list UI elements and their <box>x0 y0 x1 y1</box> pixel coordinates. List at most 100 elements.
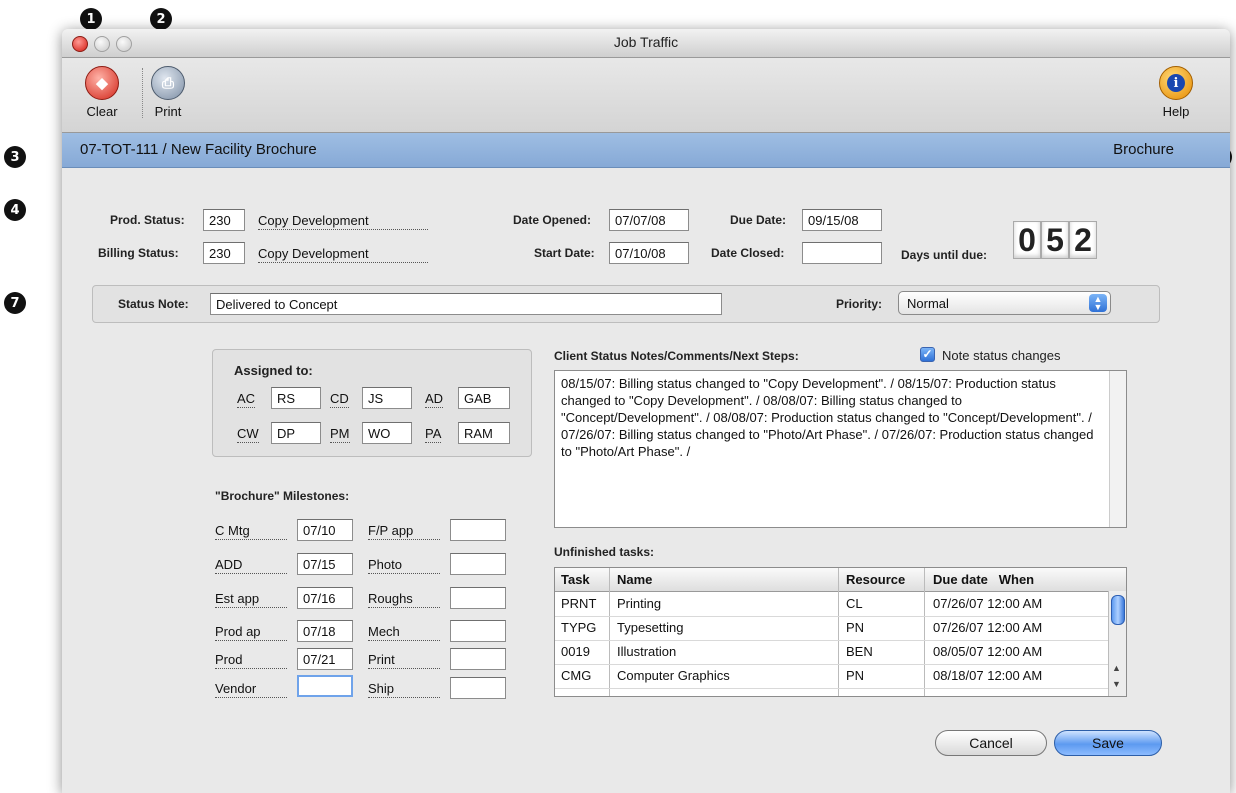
milestone-label: ADD <box>215 557 287 574</box>
scroll-down-icon[interactable]: ▼ <box>1112 679 1121 689</box>
task-resource: PN <box>846 668 865 683</box>
client-notes-text: 08/15/07: Billing status changed to "Cop… <box>561 376 1094 459</box>
scroll-thumb[interactable] <box>1111 595 1125 625</box>
updown-arrows-icon: ▲ ▼ <box>1089 294 1107 312</box>
milestone-field[interactable] <box>297 675 353 697</box>
milestone-label: Vendor <box>215 681 287 698</box>
help-button[interactable]: i Help <box>1146 66 1206 119</box>
milestone-label: Print <box>368 652 440 669</box>
col-due-header[interactable]: Due date When <box>933 572 1034 587</box>
client-notes-textarea[interactable]: 08/15/07: Billing status changed to "Cop… <box>554 370 1127 528</box>
job-traffic-window: Job Traffic ◆ Clear ⎙ Print i Help 07-TO… <box>62 29 1230 793</box>
task-name: Printing <box>617 596 662 611</box>
milestone-label: Roughs <box>368 591 440 608</box>
milestone-field[interactable]: 07/16 <box>297 587 353 609</box>
milestone-field[interactable] <box>450 648 506 670</box>
date-closed-field[interactable] <box>802 242 882 264</box>
notes-scrollbar[interactable] <box>1109 371 1126 527</box>
milestone-label: Mech <box>368 624 440 641</box>
date-closed-label: Date Closed: <box>711 246 785 260</box>
task-code: TYPG <box>561 620 597 635</box>
col-task-header[interactable]: Task <box>561 572 590 587</box>
title-bar: Job Traffic <box>62 29 1230 58</box>
milestone-field[interactable]: 07/18 <box>297 620 353 642</box>
milestone-field[interactable]: 07/10 <box>297 519 353 541</box>
role-ad-field[interactable]: GAB <box>458 387 510 409</box>
billing-status-label: Billing Status: <box>98 246 179 260</box>
role-pm-field[interactable]: WO <box>362 422 412 444</box>
save-button[interactable]: Save <box>1054 730 1162 756</box>
milestone-label: C Mtg <box>215 523 287 540</box>
note-status-changes-checkbox[interactable]: ✓ <box>920 347 935 362</box>
role-pm-label: PM <box>330 426 350 443</box>
toolbar: ◆ Clear ⎙ Print i Help <box>62 58 1230 133</box>
callout-1: 1 <box>80 8 102 30</box>
unfinished-tasks-label: Unfinished tasks: <box>554 545 655 559</box>
role-ac-label: AC <box>237 391 256 408</box>
tasks-scrollbar[interactable]: ▲ ▼ <box>1108 591 1126 696</box>
callout-3: 3 <box>4 146 26 168</box>
milestone-field[interactable]: 07/21 <box>297 648 353 670</box>
role-cd-label: CD <box>330 391 349 408</box>
task-due: 07/26/07 12:00 AM <box>933 620 1043 635</box>
task-code: 0019 <box>561 644 590 659</box>
window-title: Job Traffic <box>613 34 679 50</box>
printer-icon: ⎙ <box>151 66 185 100</box>
clear-button[interactable]: ◆ Clear <box>72 66 132 119</box>
unfinished-tasks-table: Task Name Resource Due date When PRNT Pr… <box>554 567 1127 697</box>
days-digit-2: 5 <box>1041 221 1069 259</box>
clear-label: Clear <box>86 104 118 119</box>
scroll-up-icon[interactable]: ▲ <box>1112 663 1121 673</box>
milestone-field[interactable] <box>450 587 506 609</box>
callout-4: 4 <box>4 199 26 221</box>
table-row[interactable]: PRNT Printing CL 07/26/07 12:00 AM <box>555 592 1109 617</box>
role-ac-field[interactable]: RS <box>271 387 321 409</box>
milestone-field[interactable] <box>450 677 506 699</box>
priority-label: Priority: <box>836 297 883 311</box>
billing-status-code-field[interactable]: 230 <box>203 242 245 264</box>
milestones-title: "Brochure" Milestones: <box>215 489 350 503</box>
role-pa-field[interactable]: RAM <box>458 422 510 444</box>
task-name: Illustration <box>617 644 677 659</box>
print-button[interactable]: ⎙ Print <box>138 66 198 119</box>
role-cd-field[interactable]: JS <box>362 387 412 409</box>
task-name: Typesetting <box>617 620 684 635</box>
due-date-field[interactable]: 09/15/08 <box>802 209 882 231</box>
milestone-label: Prod ap <box>215 624 287 641</box>
priority-select[interactable]: Normal ▲ ▼ <box>898 291 1111 315</box>
task-due: 07/26/07 12:00 AM <box>933 596 1043 611</box>
client-notes-label: Client Status Notes/Comments/Next Steps: <box>554 349 799 363</box>
job-header: 07-TOT-111 / New Facility Brochure Broch… <box>62 133 1230 168</box>
print-label: Print <box>154 104 182 119</box>
milestone-label: Est app <box>215 591 287 608</box>
task-due: 08/18/07 12:00 AM <box>933 668 1043 683</box>
role-cw-label: CW <box>237 426 259 443</box>
role-cw-field[interactable]: DP <box>271 422 321 444</box>
days-digit-3: 2 <box>1069 221 1097 259</box>
task-name: Computer Graphics <box>617 668 730 683</box>
milestone-field[interactable] <box>450 620 506 642</box>
milestone-field[interactable]: 07/15 <box>297 553 353 575</box>
due-date-label: Due Date: <box>730 213 787 227</box>
prod-status-code-field[interactable]: 230 <box>203 209 245 231</box>
col-resource-header[interactable]: Resource <box>846 572 905 587</box>
cancel-button[interactable]: Cancel <box>935 730 1047 756</box>
date-opened-label: Date Opened: <box>513 213 592 227</box>
start-date-label: Start Date: <box>534 246 595 260</box>
table-row[interactable]: 0019 Illustration BEN 08/05/07 12:00 AM <box>555 640 1109 665</box>
col-name-header[interactable]: Name <box>617 572 652 587</box>
milestone-label: Photo <box>368 557 440 574</box>
table-row[interactable]: TYPG Typesetting PN 07/26/07 12:00 AM <box>555 616 1109 641</box>
role-pa-label: PA <box>425 426 442 443</box>
info-icon: i <box>1159 66 1193 100</box>
start-date-field[interactable]: 07/10/08 <box>609 242 689 264</box>
milestone-field[interactable] <box>450 553 506 575</box>
tasks-header: Task Name Resource Due date When <box>555 568 1126 592</box>
status-note-field[interactable]: Delivered to Concept <box>210 293 722 315</box>
date-opened-field[interactable]: 07/07/08 <box>609 209 689 231</box>
task-code: CMG <box>561 668 592 683</box>
table-row[interactable]: CMG Computer Graphics PN 08/18/07 12:00 … <box>555 664 1109 689</box>
prod-status-label: Prod. Status: <box>110 213 185 227</box>
task-code: PRNT <box>561 596 597 611</box>
milestone-field[interactable] <box>450 519 506 541</box>
